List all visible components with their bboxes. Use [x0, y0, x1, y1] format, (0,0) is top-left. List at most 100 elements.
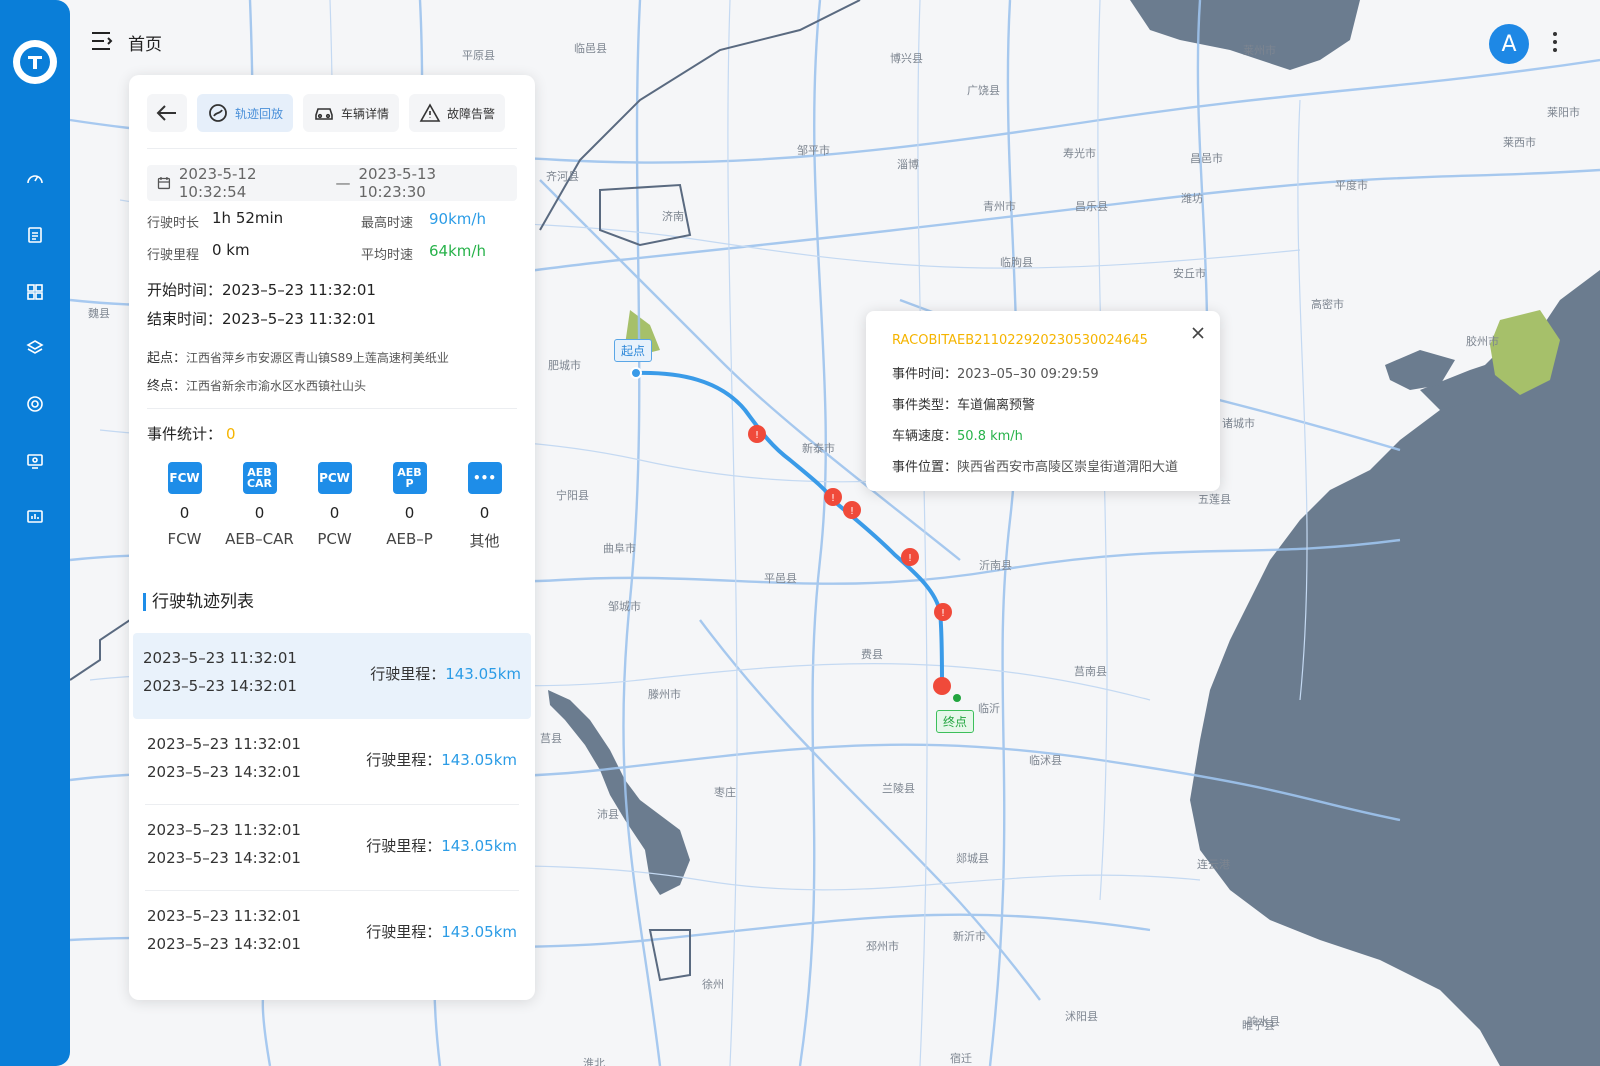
city-label: 莒南县 [1074, 665, 1107, 678]
aeb-car-icon: AEB CAR [242, 462, 277, 494]
aeb-p-icon: AEB P [392, 462, 427, 494]
trip-list-item[interactable]: 2023–5–23 11:32:01 2023–5–23 14:32:01 行驶… [133, 633, 531, 719]
city-label: 郯城县 [956, 852, 989, 865]
route-start-dot [630, 367, 642, 379]
trip-distance-value: 143.05km [441, 923, 517, 941]
tab-track-playback[interactable]: 轨迹回放 [197, 94, 294, 132]
user-avatar[interactable]: A [1489, 24, 1529, 64]
distance-value: 0 km [212, 241, 250, 259]
trip-distance: 行驶里程：143.05km [366, 835, 517, 856]
trip-end-time: 2023–5–23 14:32:01 [143, 677, 297, 695]
event-marker: ! [843, 501, 861, 519]
city-label: 莱阳市 [1547, 106, 1580, 119]
event-location-value: 陕西省西安市高陵区崇皇街道渭阳大道 [957, 460, 1179, 475]
trip-list-item[interactable]: 2023–5–23 11:32:01 2023–5–23 14:32:01 行驶… [145, 891, 519, 977]
city-label: 昌乐县 [1075, 200, 1108, 213]
pcw-icon: PCW [317, 462, 352, 494]
city-label: 安丘市 [1173, 267, 1206, 280]
end-point-dot [953, 694, 961, 702]
trip-start-time: 2023–5–23 11:32:01 [147, 735, 301, 753]
end-time-label: 结束时间： [147, 310, 223, 328]
layers-icon[interactable] [23, 336, 47, 360]
date-from: 2023-5-12 10:32:54 [178, 165, 257, 201]
city-label: 宿迁 [950, 1052, 972, 1065]
calendar-icon [157, 177, 171, 190]
city-label: 胶州市 [1466, 335, 1499, 348]
date-range-picker[interactable]: 2023-5-12 10:32:54 — 2023-5-13 10:23:30 [147, 165, 517, 201]
avg-speed-label: 平均时速 [361, 248, 414, 263]
trip-distance-value: 143.05km [441, 837, 517, 855]
event-statistics-label: 事件统计： [147, 425, 223, 443]
back-button[interactable] [147, 94, 187, 132]
tab-vehicle-details[interactable]: 车辆详情 [303, 94, 400, 132]
event-count: 0 [404, 504, 415, 522]
dashboard-icon[interactable] [23, 167, 47, 191]
monitor-icon[interactable] [23, 449, 47, 473]
origin-label: 起点： [147, 351, 187, 366]
event-type-value: 车道偏离预警 [957, 398, 1036, 413]
city-label: 临朐县 [1000, 256, 1033, 269]
event-statistics: 事件统计： 0 [147, 423, 236, 444]
city-label: 邹城市 [608, 600, 641, 613]
report-icon[interactable] [23, 223, 47, 247]
svg-text:!: ! [908, 553, 912, 564]
event-pcw[interactable]: PCW 0 PCW [297, 462, 372, 551]
trip-distance-value: 143.05km [441, 751, 517, 769]
svg-text:!: ! [941, 608, 945, 619]
divider [147, 408, 517, 409]
trip-distance-label: 行驶里程： [366, 751, 442, 769]
trip-distance-label: 行驶里程： [366, 923, 442, 941]
city-label: 魏县 [88, 307, 110, 320]
city-label: 滕州市 [648, 688, 681, 701]
route-end-label: 终点 [936, 710, 975, 733]
city-label: 临邑县 [574, 42, 607, 55]
tab-label: 轨迹回放 [235, 106, 284, 121]
city-label: 沂南县 [979, 559, 1012, 572]
statistics-icon[interactable] [23, 505, 47, 529]
city-label: 曲阜市 [603, 542, 636, 555]
city-label: 沭阳县 [1065, 1010, 1098, 1023]
menu-toggle-icon[interactable] [90, 30, 114, 52]
event-other[interactable]: ••• 0 其他 [447, 462, 522, 551]
city-label: 肥城市 [548, 359, 581, 372]
car-icon [315, 108, 333, 120]
event-aeb-p[interactable]: AEB P 0 AEB–P [372, 462, 447, 551]
apps-grid-icon[interactable] [23, 280, 47, 304]
city-label: 临沭县 [1029, 754, 1062, 767]
track-icon [209, 104, 227, 122]
event-speed-value: 50.8 km/h [957, 429, 1023, 444]
trip-list-item[interactable]: 2023–5–23 11:32:01 2023–5–23 14:32:01 行驶… [145, 719, 519, 805]
city-label: 徐州 [702, 978, 724, 991]
event-marker: ! [824, 488, 842, 506]
target-icon[interactable] [23, 392, 47, 416]
app-logo[interactable] [13, 40, 57, 84]
more-options-icon[interactable] [1549, 28, 1561, 60]
city-label: 临沂 [978, 702, 1000, 715]
city-label: 平原县 [462, 49, 495, 62]
panel-toolbar: 轨迹回放 车辆详情 故障告警 [147, 93, 519, 133]
fcw-icon: FCW [167, 462, 202, 494]
event-fcw[interactable]: FCW 0 FCW [147, 462, 222, 551]
city-label: 济南 [662, 210, 684, 223]
end-time: 结束时间：2023–5–23 11:32:01 [147, 308, 376, 329]
tab-fault-alarm[interactable]: 故障告警 [409, 94, 506, 132]
close-icon[interactable] [1190, 325, 1206, 341]
date-to: 2023-5-13 10:23:30 [358, 165, 437, 201]
event-marker: ! [934, 603, 952, 621]
city-label: 沛县 [597, 808, 619, 821]
event-location-row: 事件位置：陕西省西安市高陵区崇皇街道渭阳大道 [892, 456, 1178, 475]
svg-text:!: ! [831, 493, 835, 504]
trip-end-time: 2023–5–23 14:32:01 [147, 935, 301, 953]
start-time: 开始时间：2023–5–23 11:32:01 [147, 279, 376, 300]
start-time-value: 2023–5–23 11:32:01 [222, 281, 376, 299]
trip-list-item[interactable]: 2023–5–23 11:32:01 2023–5–23 14:32:01 行驶… [145, 805, 519, 891]
city-label: 高密市 [1311, 298, 1344, 311]
event-name: PCW [317, 530, 352, 548]
event-aeb-car[interactable]: AEB CAR 0 AEB–CAR [222, 462, 297, 551]
event-id: RACOBITAEB211022920230530024645 [892, 333, 1148, 348]
city-label: 莒县 [540, 732, 562, 745]
city-label: 青州市 [983, 200, 1016, 213]
city-label: 费县 [861, 648, 883, 661]
event-name: AEB–CAR [225, 530, 294, 548]
city-label: 诸城市 [1222, 417, 1255, 430]
